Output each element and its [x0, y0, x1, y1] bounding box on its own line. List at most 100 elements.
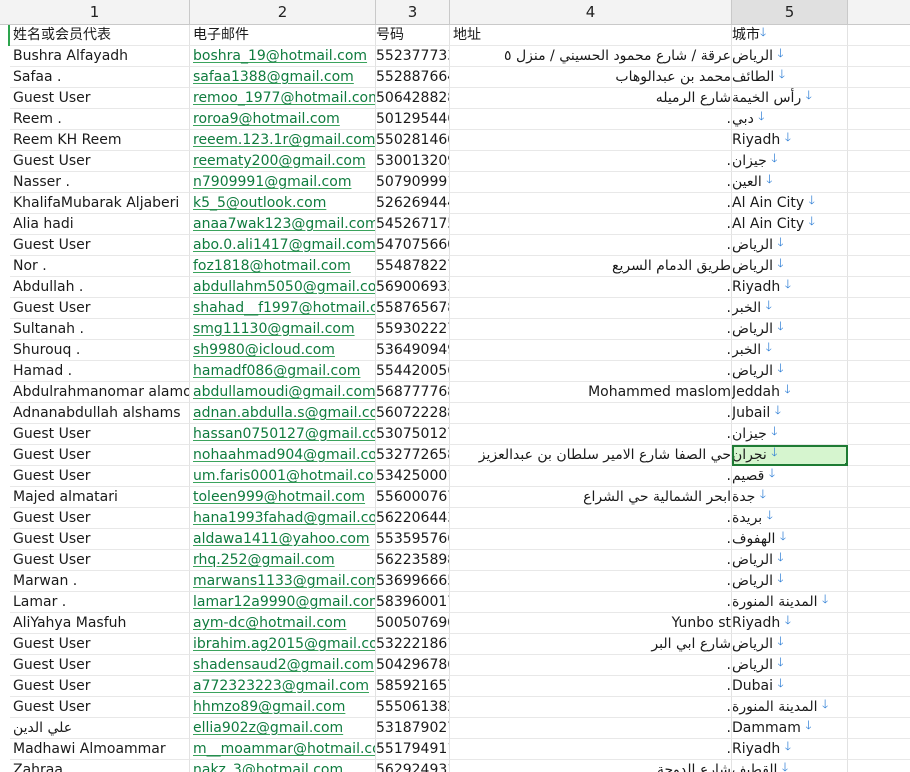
city-cell[interactable]: Jubail 🡓	[732, 403, 848, 424]
empty-cell[interactable]	[848, 655, 910, 676]
name-cell[interactable]: Reem KH Reem	[10, 130, 190, 151]
phone-cell[interactable]: 583960017	[376, 592, 450, 613]
address-cell[interactable]: .	[450, 319, 732, 340]
phone-cell[interactable]: 568777768	[376, 382, 450, 403]
email-cell[interactable]: reeem.123.1r@gmail.com	[190, 130, 376, 151]
city-cell[interactable]: قصيم 🡓	[732, 466, 848, 487]
name-cell[interactable]: Lamar .	[10, 592, 190, 613]
name-cell[interactable]: AliYahya Masfuh	[10, 613, 190, 634]
email-link[interactable]: remoo_1977@hotmail.com	[193, 90, 375, 106]
name-cell[interactable]: Guest User	[10, 424, 190, 445]
address-cell[interactable]: .	[450, 676, 732, 697]
email-link[interactable]: reeem.123.1r@gmail.com	[193, 132, 375, 148]
phone-cell[interactable]: 562235898	[376, 550, 450, 571]
email-cell[interactable]: hassan0750127@gmail.com	[190, 424, 376, 445]
address-cell[interactable]: عرقة / شارع محمود الحسيني / منزل ٥	[450, 46, 732, 67]
dropdown-arrow-icon[interactable]: 🡓	[809, 193, 815, 207]
dropdown-arrow-icon[interactable]: 🡓	[777, 46, 783, 60]
dropdown-arrow-icon[interactable]: 🡓	[769, 466, 775, 480]
city-cell[interactable]: الرياض 🡓	[732, 634, 848, 655]
dropdown-arrow-icon[interactable]: 🡓	[777, 676, 783, 690]
email-link[interactable]: marwans1133@gmail.com	[193, 573, 375, 589]
address-cell[interactable]: Mohammed maslom	[450, 382, 732, 403]
phone-cell[interactable]: 556000767	[376, 487, 450, 508]
dropdown-arrow-icon[interactable]: 🡓	[822, 592, 828, 606]
name-cell[interactable]: Adnanabdullah alshams	[10, 403, 190, 424]
dropdown-arrow-icon[interactable]: 🡓	[784, 382, 790, 396]
email-cell[interactable]: aym-dc@hotmail.com	[190, 613, 376, 634]
city-cell[interactable]: الرياض 🡓	[732, 361, 848, 382]
empty-cell[interactable]	[848, 340, 910, 361]
dropdown-arrow-icon[interactable]: 🡓	[766, 172, 772, 186]
name-cell[interactable]: Reem .	[10, 109, 190, 130]
phone-cell[interactable]: 558765678	[376, 298, 450, 319]
phone-cell[interactable]: 569006933	[376, 277, 450, 298]
empty-cell[interactable]	[848, 67, 910, 88]
phone-cell[interactable]: 526269444	[376, 193, 450, 214]
city-cell[interactable]: الرياض 🡓	[732, 46, 848, 67]
email-link[interactable]: shahad__f1997@hotmail.com	[193, 300, 375, 316]
empty-cell[interactable]	[848, 151, 910, 172]
header-email-cell[interactable]: 电子邮件	[190, 25, 376, 46]
phone-cell[interactable]: 562206443	[376, 508, 450, 529]
header-city-cell[interactable]: 城市🡓	[732, 25, 848, 46]
address-cell[interactable]: .	[450, 739, 732, 760]
empty-cell[interactable]	[848, 109, 910, 130]
name-cell[interactable]: Hamad .	[10, 361, 190, 382]
email-link[interactable]: hhmzo89@gmail.com	[193, 699, 345, 715]
header-address-cell[interactable]: 地址	[450, 25, 732, 46]
city-cell[interactable]: الرياض 🡓	[732, 319, 848, 340]
empty-cell[interactable]	[848, 46, 910, 67]
email-link[interactable]: n7909991@gmail.com	[193, 174, 351, 190]
name-cell[interactable]: Marwan .	[10, 571, 190, 592]
email-cell[interactable]: hhmzo89@gmail.com	[190, 697, 376, 718]
city-cell[interactable]: جدة 🡓	[732, 487, 848, 508]
address-cell[interactable]: .	[450, 151, 732, 172]
city-cell[interactable]: الرياض 🡓	[732, 655, 848, 676]
email-cell[interactable]: anaa7wak123@gmail.com	[190, 214, 376, 235]
name-cell[interactable]: Guest User	[10, 88, 190, 109]
name-cell[interactable]: Abdullah .	[10, 277, 190, 298]
email-link[interactable]: anaa7wak123@gmail.com	[193, 216, 375, 232]
empty-cell[interactable]	[848, 88, 910, 109]
address-cell[interactable]	[450, 130, 732, 151]
empty-cell[interactable]	[848, 172, 910, 193]
dropdown-arrow-icon[interactable]: 🡓	[809, 214, 815, 228]
address-cell[interactable]: .	[450, 466, 732, 487]
address-cell[interactable]: .	[450, 529, 732, 550]
phone-cell[interactable]: 530750127	[376, 424, 450, 445]
email-link[interactable]: m__moammar@hotmail.com	[193, 741, 375, 757]
email-link[interactable]: a772323223@gmail.com	[193, 678, 369, 694]
phone-cell[interactable]: 504296786	[376, 655, 450, 676]
email-link[interactable]: shadensaud2@gmail.com	[193, 657, 374, 673]
dropdown-arrow-icon[interactable]: 🡓	[777, 235, 783, 249]
email-link[interactable]: ibrahim.ag2015@gmail.com	[193, 636, 375, 652]
phone-cell[interactable]: 552887664	[376, 67, 450, 88]
dropdown-arrow-icon[interactable]: 🡓	[777, 634, 783, 648]
email-cell[interactable]: abdullamoudi@gmail.com	[190, 382, 376, 403]
phone-cell[interactable]: 554420056	[376, 361, 450, 382]
empty-cell[interactable]	[848, 382, 910, 403]
email-link[interactable]: um.faris0001@hotmail.com	[193, 468, 375, 484]
phone-cell[interactable]: 553595766	[376, 529, 450, 550]
city-cell[interactable]: الرياض 🡓	[732, 571, 848, 592]
phone-cell[interactable]: 534250001	[376, 466, 450, 487]
name-cell[interactable]: Guest User	[10, 445, 190, 466]
city-cell[interactable]: رأس الخيمة 🡓	[732, 88, 848, 109]
empty-cell[interactable]	[848, 592, 910, 613]
dropdown-arrow-icon[interactable]: 🡓	[760, 487, 766, 501]
city-cell[interactable]: جيزان 🡓	[732, 424, 848, 445]
address-cell[interactable]: .	[450, 403, 732, 424]
email-cell[interactable]: adnan.abdulla.s@gmail.com	[190, 403, 376, 424]
address-cell[interactable]: .	[450, 550, 732, 571]
address-cell[interactable]: .	[450, 172, 732, 193]
email-cell[interactable]: nakz_3@hotmail.com	[190, 760, 376, 772]
empty-cell[interactable]	[848, 718, 910, 739]
name-cell[interactable]: Guest User	[10, 676, 190, 697]
name-cell[interactable]: Guest User	[10, 508, 190, 529]
empty-cell[interactable]	[848, 25, 910, 46]
email-link[interactable]: abdullahm5050@gmail.com	[193, 279, 375, 295]
email-cell[interactable]: ellia902z@gmail.com	[190, 718, 376, 739]
empty-cell[interactable]	[848, 256, 910, 277]
address-cell[interactable]: .	[450, 298, 732, 319]
